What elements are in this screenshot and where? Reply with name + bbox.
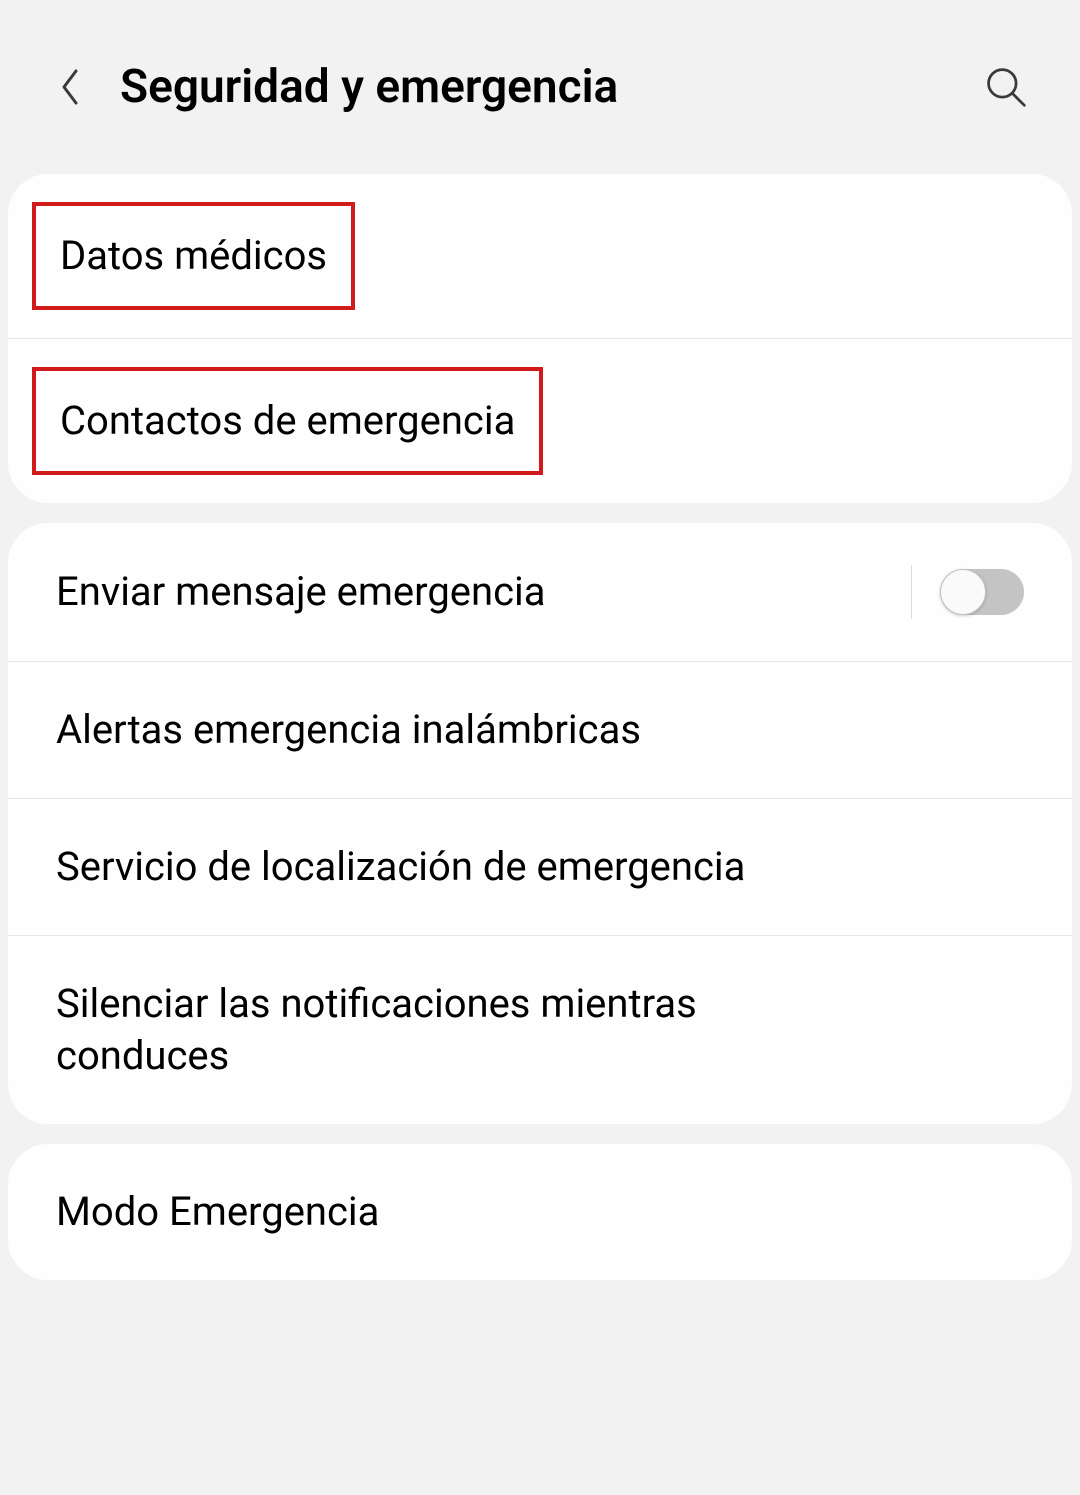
list-item-label: Servicio de localización de emergencia xyxy=(56,841,745,893)
list-item-send-emergency-message[interactable]: Enviar mensaje emergencia xyxy=(8,523,1072,662)
list-item-label: Enviar mensaje emergencia xyxy=(56,566,546,618)
group-emergency-mode: Modo Emergencia xyxy=(8,1144,1072,1280)
toggle-wrapper xyxy=(911,565,1024,619)
group-emergency-settings: Enviar mensaje emergencia Alertas emerge… xyxy=(8,523,1072,1124)
back-icon[interactable] xyxy=(50,67,90,107)
toggle-send-emergency[interactable] xyxy=(940,569,1024,615)
highlight-box: Datos médicos xyxy=(32,202,355,310)
header: Seguridad y emergencia xyxy=(0,0,1080,154)
divider xyxy=(911,565,912,619)
list-item-wireless-alerts[interactable]: Alertas emergencia inalámbricas xyxy=(8,662,1072,799)
search-icon[interactable] xyxy=(982,63,1030,111)
list-item-label: Silenciar las notificaciones mientras co… xyxy=(56,978,836,1082)
list-item-label: Modo Emergencia xyxy=(56,1186,379,1238)
list-item-silence-driving[interactable]: Silenciar las notificaciones mientras co… xyxy=(8,936,1072,1124)
toggle-knob xyxy=(940,569,986,615)
list-item-label: Alertas emergencia inalámbricas xyxy=(56,704,641,756)
list-item-emergency-mode[interactable]: Modo Emergencia xyxy=(8,1144,1072,1280)
group-medical-contacts: Datos médicos Contactos de emergencia xyxy=(8,174,1072,503)
list-item-label: Contactos de emergencia xyxy=(60,397,515,444)
page-title: Seguridad y emergencia xyxy=(120,60,952,114)
highlight-box: Contactos de emergencia xyxy=(32,367,543,475)
list-item-emergency-location[interactable]: Servicio de localización de emergencia xyxy=(8,799,1072,936)
list-item-label: Datos médicos xyxy=(60,232,327,279)
list-item-emergency-contacts[interactable]: Contactos de emergencia xyxy=(8,339,1072,503)
list-item-medical-data[interactable]: Datos médicos xyxy=(8,174,1072,339)
